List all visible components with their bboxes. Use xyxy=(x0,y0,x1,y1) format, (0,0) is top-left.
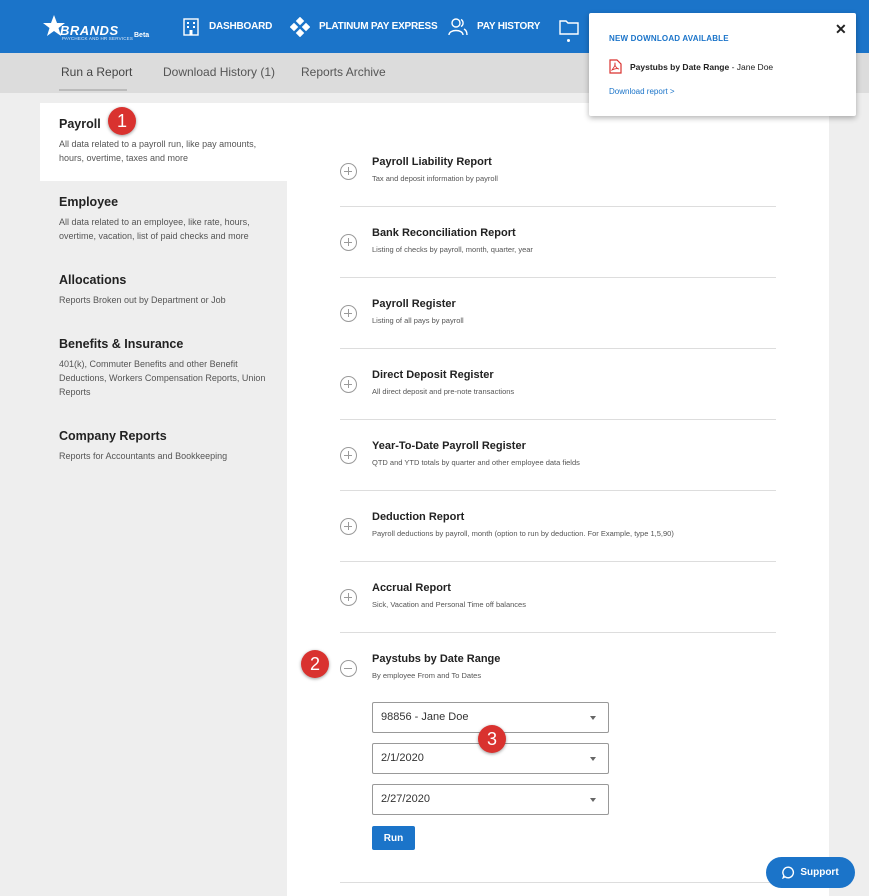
brand-tagline: PAYCHECK AND HR SERVICES xyxy=(62,36,134,41)
category-desc: All data related to a payroll run, like … xyxy=(59,139,257,163)
nav-platinum-label: PLATINUM PAY EXPRESS xyxy=(319,21,438,32)
tab-run-a-report[interactable]: Run a Report xyxy=(61,53,132,93)
collapse-minus-icon[interactable] xyxy=(340,660,357,677)
callout-badge-3: 3 xyxy=(478,725,506,753)
expand-plus-icon[interactable] xyxy=(340,234,357,251)
diamond-icon xyxy=(290,16,310,37)
divider xyxy=(340,561,776,562)
to-date-select[interactable]: 2/27/2020 xyxy=(372,784,609,815)
report-desc: By employee From and To Dates xyxy=(372,671,482,680)
expand-plus-icon[interactable] xyxy=(340,518,357,535)
report-list-panel xyxy=(287,103,829,896)
beta-label: Beta xyxy=(134,32,150,39)
report-desc: QTD and YTD totals by quarter and other … xyxy=(372,458,580,467)
report-title: Paystubs by Date Range xyxy=(372,653,501,665)
to-date-value: 2/27/2020 xyxy=(381,793,430,805)
active-indicator-dot xyxy=(567,39,570,42)
divider xyxy=(340,632,776,633)
category-desc: Reports for Accountants and Bookkeeping xyxy=(59,451,228,461)
expand-plus-icon[interactable] xyxy=(340,305,357,322)
category-employee[interactable]: Employee All data related to an employee… xyxy=(40,195,287,243)
from-date-value: 2/1/2020 xyxy=(381,752,424,764)
category-benefits-insurance[interactable]: Benefits & Insurance 401(k), Commuter Be… xyxy=(40,337,287,399)
popup-file-suffix: - Jane Doe xyxy=(729,61,774,72)
nav-dashboard[interactable]: DASHBOARD xyxy=(182,0,272,53)
close-icon[interactable]: ✕ xyxy=(835,21,847,38)
nav-dashboard-label: DASHBOARD xyxy=(209,21,273,32)
expand-plus-icon[interactable] xyxy=(340,447,357,464)
category-allocations[interactable]: Allocations Reports Broken out by Depart… xyxy=(40,273,287,307)
employee-select-value: 98856 - Jane Doe xyxy=(381,711,469,723)
download-notification-popup: NEW DOWNLOAD AVAILABLE ✕ Paystubs by Dat… xyxy=(589,13,856,116)
tab-reports-archive[interactable]: Reports Archive xyxy=(301,53,386,93)
category-title: Employee xyxy=(59,195,119,209)
report-desc: Tax and deposit information by payroll xyxy=(372,174,498,183)
download-report-link[interactable]: Download report > xyxy=(609,87,675,96)
report-desc: Payroll deductions by payroll, month (op… xyxy=(372,529,674,538)
caret-down-icon xyxy=(590,757,596,761)
category-desc: 401(k), Commuter Benefits and other Bene… xyxy=(59,359,266,397)
nav-pay-history-label: PAY HISTORY xyxy=(477,21,541,32)
folder-icon xyxy=(559,19,579,35)
chat-bubble-icon xyxy=(782,866,795,879)
report-desc: All direct deposit and pre-note transact… xyxy=(372,387,515,396)
report-title: Bank Reconciliation Report xyxy=(372,227,516,239)
active-tab-underline xyxy=(59,89,127,91)
category-desc: Reports Broken out by Department or Job xyxy=(59,295,226,305)
building-icon xyxy=(183,17,199,36)
report-title: Deduction Report xyxy=(372,511,465,523)
popup-file: Paystubs by Date Range - Jane Doe xyxy=(609,59,773,74)
pdf-icon xyxy=(609,59,622,74)
divider xyxy=(340,490,776,491)
nav-platinum-pay-express[interactable]: PLATINUM PAY EXPRESS xyxy=(290,0,438,53)
expand-plus-icon[interactable] xyxy=(340,589,357,606)
report-title: Payroll Register xyxy=(372,298,456,310)
support-button[interactable]: Support xyxy=(766,857,855,888)
divider xyxy=(340,419,776,420)
category-company-reports[interactable]: Company Reports Reports for Accountants … xyxy=(40,429,287,463)
category-title: Benefits & Insurance xyxy=(59,337,184,351)
popup-heading: NEW DOWNLOAD AVAILABLE xyxy=(609,34,729,43)
run-button[interactable]: Run xyxy=(372,826,415,850)
divider xyxy=(340,348,776,349)
caret-down-icon xyxy=(590,798,596,802)
report-title: Direct Deposit Register xyxy=(372,369,494,381)
divider xyxy=(340,206,776,207)
expand-plus-icon[interactable] xyxy=(340,163,357,180)
report-desc: Listing of checks by payroll, month, qua… xyxy=(372,245,533,254)
divider xyxy=(340,277,776,278)
support-label: Support xyxy=(800,867,839,878)
category-title: Company Reports xyxy=(59,429,167,443)
caret-down-icon xyxy=(590,716,596,720)
report-desc: Listing of all pays by payroll xyxy=(372,316,464,325)
report-title: Accrual Report xyxy=(372,582,451,594)
callout-badge-1: 1 xyxy=(108,107,136,135)
expand-plus-icon[interactable] xyxy=(340,376,357,393)
tab-download-history[interactable]: Download History (1) xyxy=(163,53,275,93)
category-title: Allocations xyxy=(59,273,127,287)
callout-badge-2: 2 xyxy=(301,650,329,678)
brand-logo[interactable]: BRANDS PAYCHECK AND HR SERVICES Beta xyxy=(42,14,162,42)
category-desc: All data related to an employee, like ra… xyxy=(59,217,250,241)
report-title: Year-To-Date Payroll Register xyxy=(372,440,526,452)
nav-reports[interactable] xyxy=(559,0,588,53)
category-title: Payroll xyxy=(59,117,101,131)
report-desc: Sick, Vacation and Personal Time off bal… xyxy=(372,600,526,609)
nav-pay-history[interactable]: PAY HISTORY xyxy=(448,0,540,53)
category-payroll[interactable]: Payroll All data related to a payroll ru… xyxy=(40,103,287,181)
report-title: Payroll Liability Report xyxy=(372,156,492,168)
users-icon xyxy=(448,17,468,35)
popup-file-title: Paystubs by Date Range xyxy=(630,61,730,72)
divider xyxy=(340,882,776,883)
